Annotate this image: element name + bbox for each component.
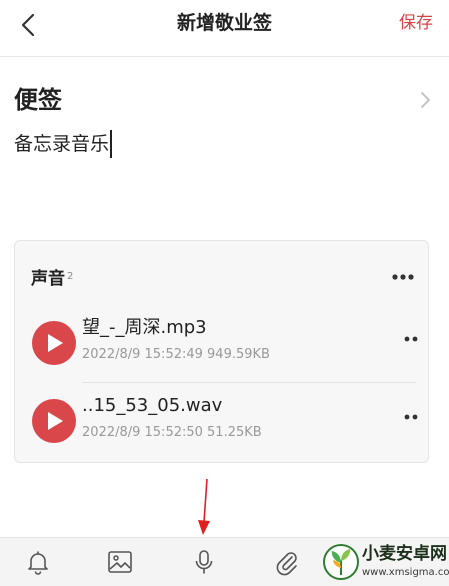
sound-count: 2: [67, 271, 74, 282]
sound-attachments-card: 声音 2 望_-_周深.mp3 2022/8/9 15:52:49 949.59K…: [14, 240, 429, 463]
track-options-icon[interactable]: [402, 411, 420, 423]
play-icon: [48, 334, 63, 352]
watermark-logo: [323, 544, 359, 580]
microphone-icon[interactable]: [190, 548, 218, 576]
track-name: ..15_53_05.wav: [82, 395, 223, 416]
play-icon: [48, 412, 63, 430]
track-options-icon[interactable]: [402, 333, 420, 345]
sound-heading-label: 声音: [31, 269, 65, 289]
paperclip-icon[interactable]: [273, 548, 301, 576]
top-bar: 新增敬业签 保存: [0, 0, 449, 57]
category-label: 便签: [14, 86, 62, 114]
annotation-arrow-icon: [198, 478, 210, 535]
play-button[interactable]: [32, 399, 76, 443]
bell-icon[interactable]: [24, 548, 52, 576]
track-name: 望_-_周深.mp3: [82, 317, 207, 338]
note-text-input[interactable]: 备忘录音乐: [14, 130, 113, 158]
page-title: 新增敬业签: [176, 12, 272, 34]
category-selector[interactable]: 便签: [14, 84, 435, 118]
track-meta: 2022/8/9 15:52:49 949.59KB: [82, 347, 270, 362]
audio-track[interactable]: 望_-_周深.mp3 2022/8/9 15:52:49 949.59KB: [15, 313, 430, 385]
watermark-text: 小麦安卓网: [362, 544, 447, 564]
track-divider: [82, 382, 416, 383]
chevron-right-icon: [421, 92, 430, 108]
more-options-icon[interactable]: [390, 267, 416, 287]
play-button[interactable]: [32, 321, 76, 365]
site-watermark: 小麦安卓网 www.xmsigma.com: [318, 538, 449, 585]
text-cursor: [110, 130, 113, 158]
note-text: 备忘录音乐: [14, 133, 110, 155]
save-button[interactable]: 保存: [399, 12, 433, 34]
image-icon[interactable]: [106, 548, 134, 576]
track-meta: 2022/8/9 15:52:50 51.25KB: [82, 425, 262, 440]
watermark-url: www.xmsigma.com: [362, 567, 449, 578]
sound-heading: 声音 2: [31, 267, 73, 291]
audio-track[interactable]: ..15_53_05.wav 2022/8/9 15:52:50 51.25KB: [15, 391, 430, 463]
